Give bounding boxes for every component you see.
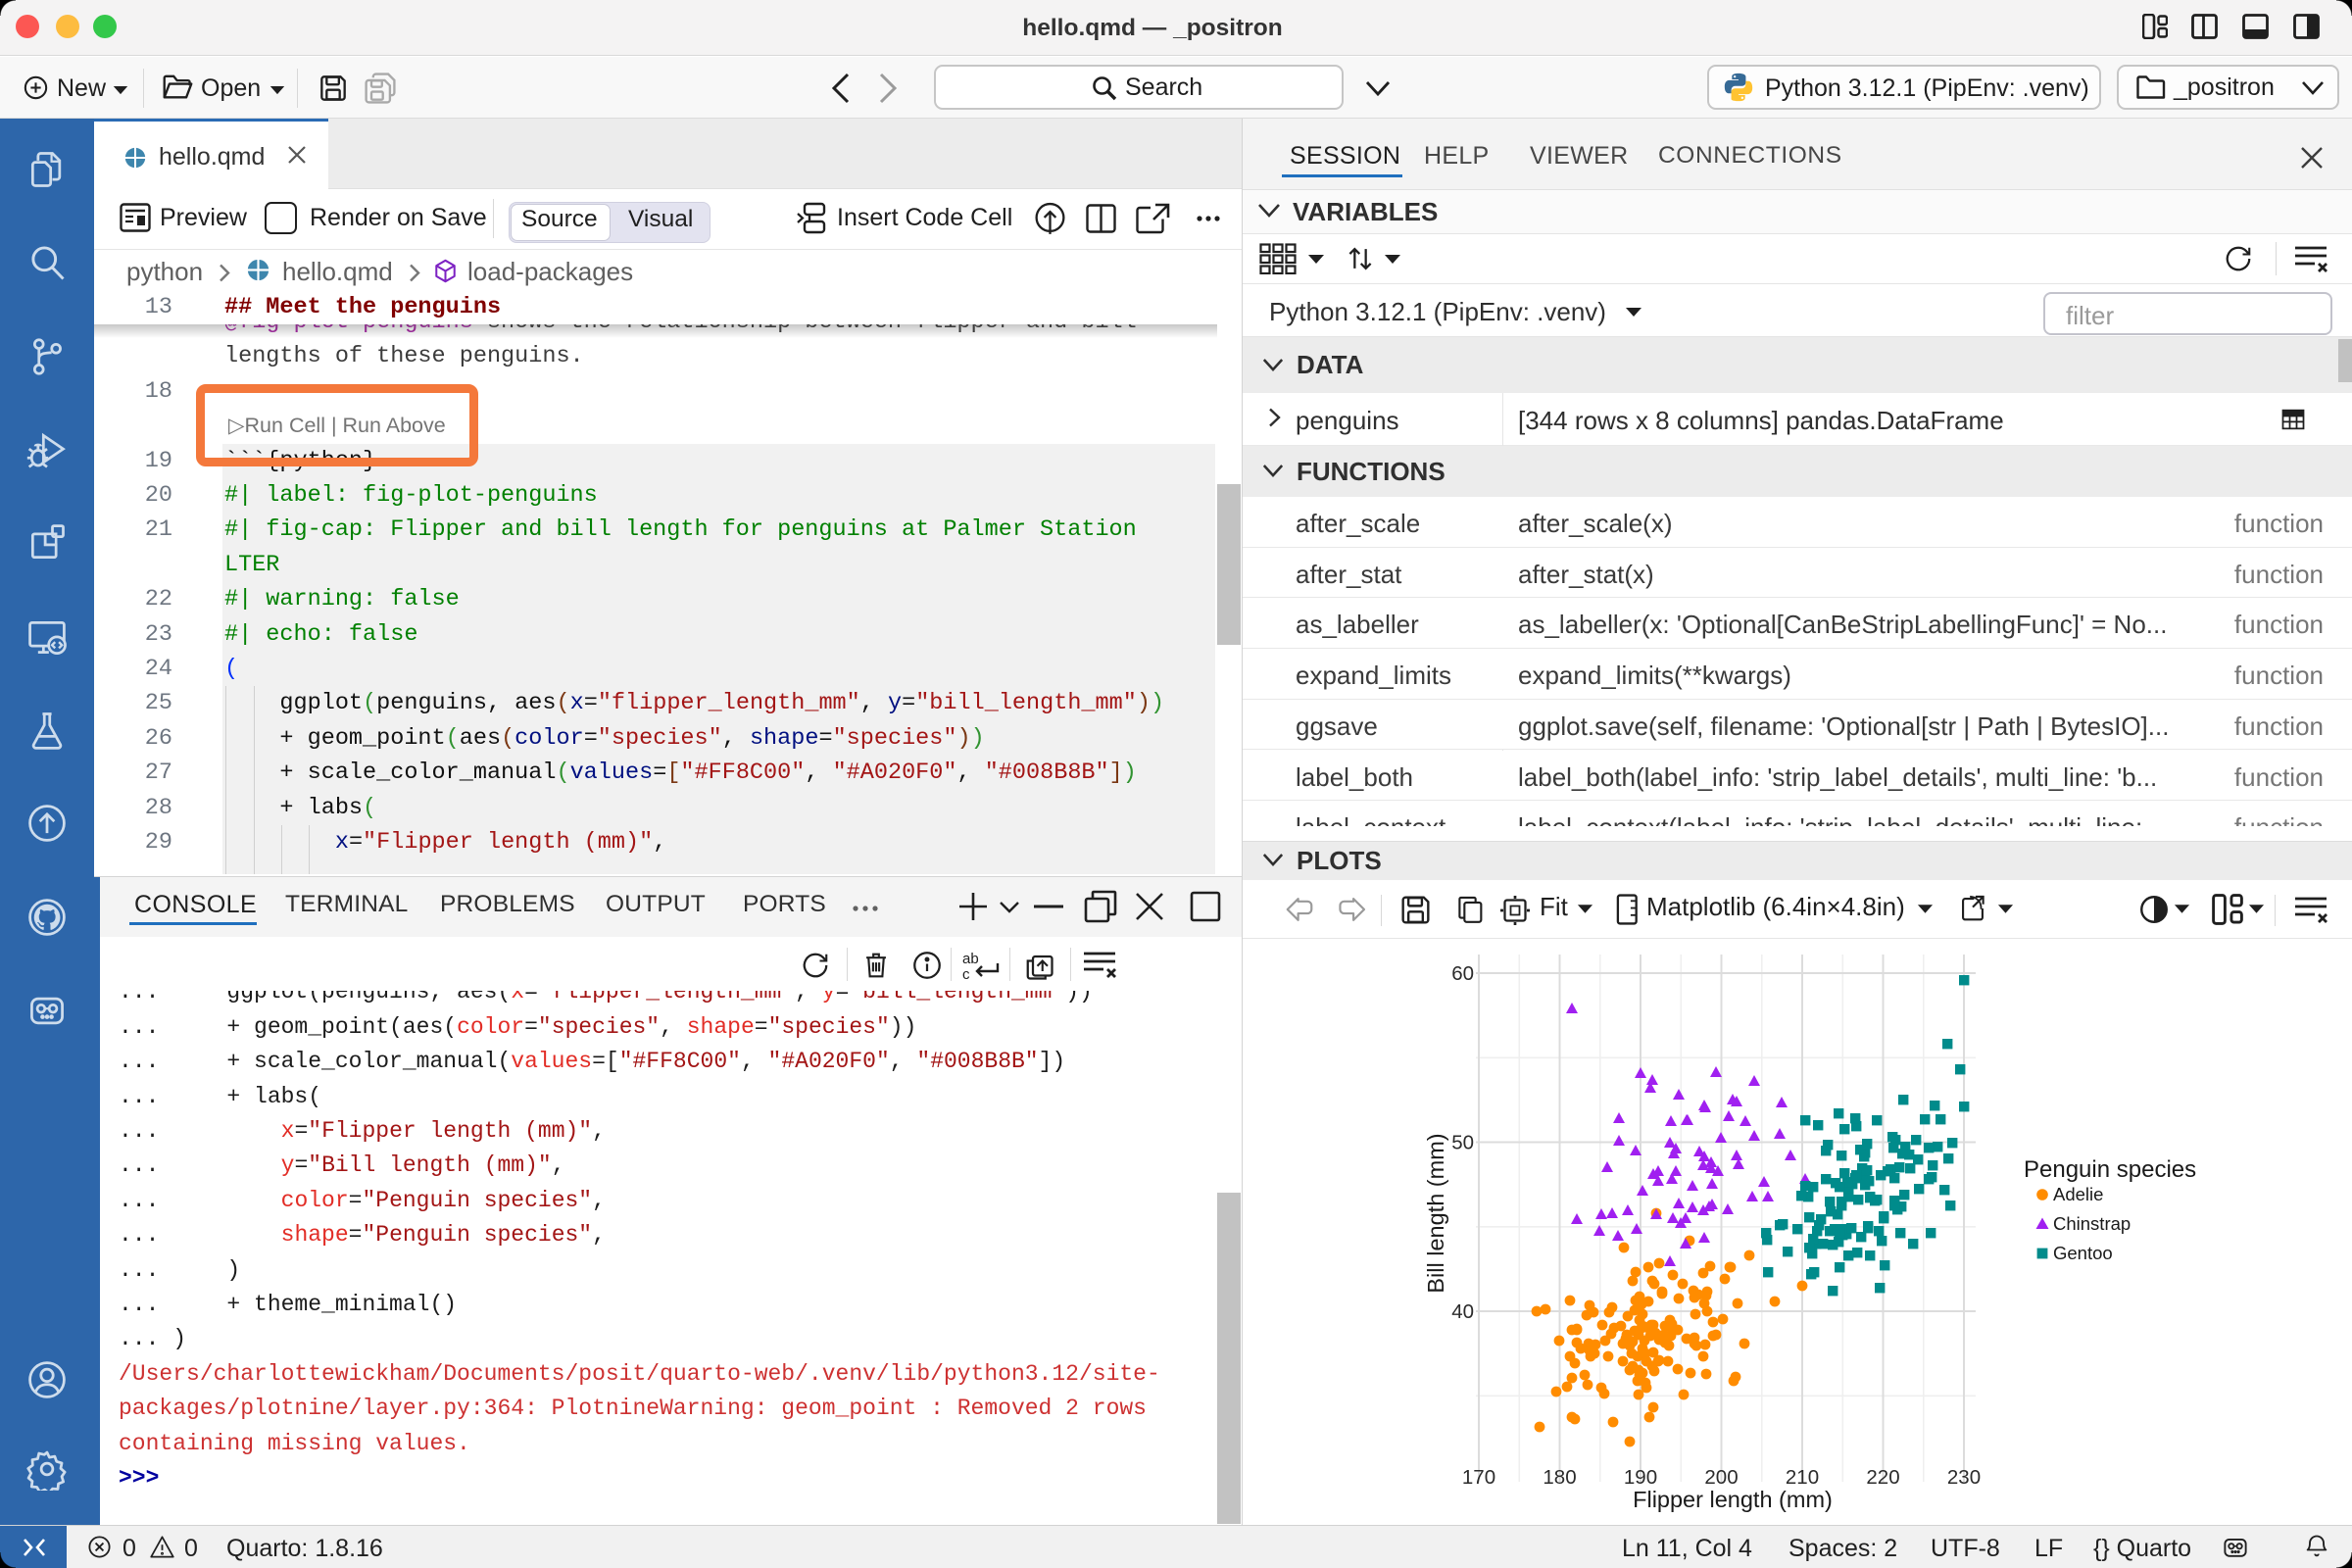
svg-text:Bill length (mm): Bill length (mm) xyxy=(1423,1133,1448,1293)
svg-text:210: 210 xyxy=(1786,1466,1819,1489)
svg-text:Flipper length (mm): Flipper length (mm) xyxy=(1633,1487,1833,1512)
svg-text:Penguin species: Penguin species xyxy=(2024,1156,2196,1183)
svg-text:60: 60 xyxy=(1451,962,1474,985)
svg-text:Gentoo: Gentoo xyxy=(2053,1243,2113,1263)
svg-text:Chinstrap: Chinstrap xyxy=(2053,1213,2131,1234)
svg-text:230: 230 xyxy=(1947,1466,1981,1489)
svg-text:Adelie: Adelie xyxy=(2053,1184,2103,1204)
svg-text:220: 220 xyxy=(1866,1466,1899,1489)
svg-text:180: 180 xyxy=(1543,1466,1576,1489)
svg-text:170: 170 xyxy=(1462,1466,1495,1489)
svg-text:190: 190 xyxy=(1624,1466,1657,1489)
svg-text:c: c xyxy=(962,966,970,983)
svg-text:40: 40 xyxy=(1451,1300,1474,1323)
svg-text:50: 50 xyxy=(1451,1132,1474,1154)
svg-text:ab: ab xyxy=(962,951,979,967)
svg-text:200: 200 xyxy=(1704,1466,1738,1489)
